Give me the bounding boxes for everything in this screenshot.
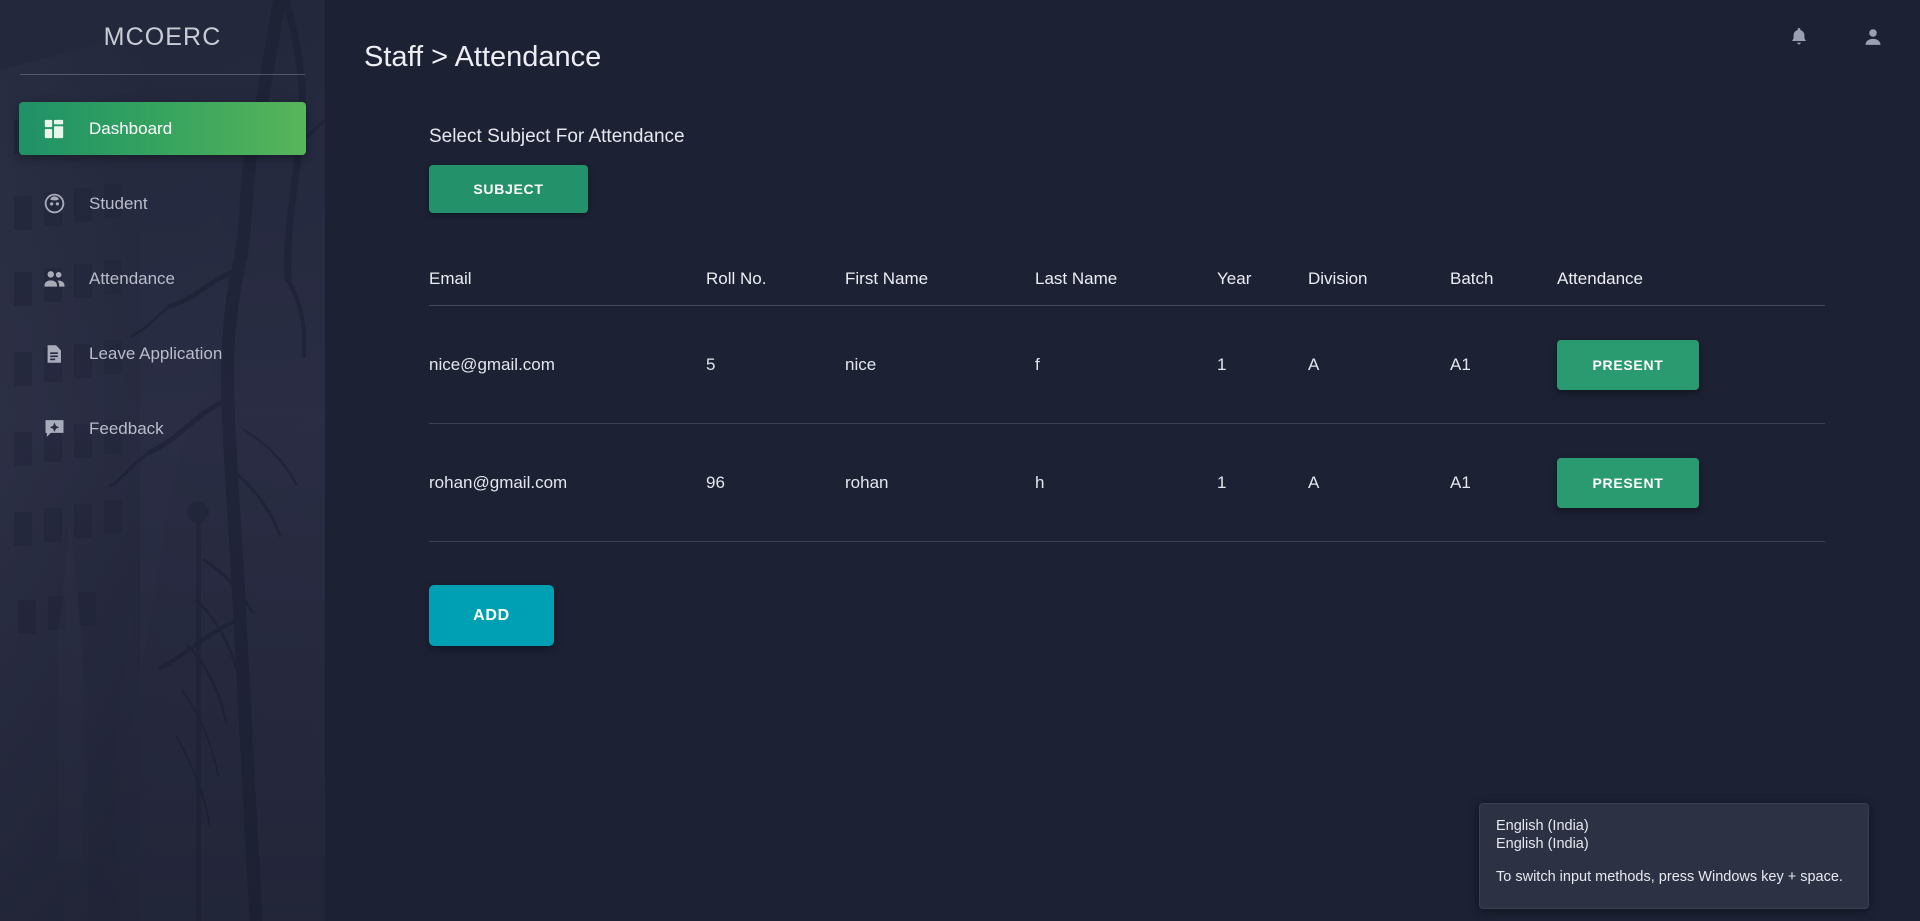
cell-roll-no: 96 (706, 472, 725, 492)
attendance-present-button[interactable]: PRESENT (1557, 339, 1699, 390)
add-button[interactable]: ADD (429, 585, 554, 646)
brand: MCOERC (0, 0, 325, 74)
cell-last-name: f (1035, 354, 1040, 374)
ime-language-primary: English (India) (1496, 818, 1589, 834)
cell-attendance: PRESENT (1557, 457, 1825, 508)
sidebar: MCOERC Dashboard Student Attendance Leav… (0, 0, 325, 921)
page-title: Staff > Attendance (364, 41, 602, 73)
attendance-present-button[interactable]: PRESENT (1557, 457, 1699, 508)
dashboard-grid-icon (37, 118, 71, 140)
cell-attendance: PRESENT (1557, 339, 1825, 390)
cell-year: 1 (1217, 354, 1227, 374)
sidebar-item-label: Attendance (89, 268, 176, 288)
ime-switch-hint: To switch input methods, press Windows k… (1496, 869, 1843, 886)
cell-batch: A1 (1450, 354, 1471, 374)
ime-language-secondary: English (India) (1496, 836, 1589, 853)
sidebar-item-student[interactable]: Student (19, 177, 306, 230)
column-header-last-name: Last Name (1035, 269, 1118, 288)
attendance-table: Email Roll No. First Name Last Name Year… (429, 253, 1825, 542)
cell-email: rohan@gmail.com (429, 472, 568, 492)
cell-batch: A1 (1450, 472, 1471, 492)
sidebar-item-label: Feedback (89, 418, 164, 438)
people-group-icon (37, 266, 71, 291)
attendance-panel: Select Subject For Attendance SUBJECT Em… (429, 126, 1829, 646)
sidebar-item-attendance[interactable]: Attendance (19, 252, 306, 305)
sidebar-item-label: Dashboard (89, 118, 173, 138)
column-header-attendance: Attendance (1557, 269, 1644, 288)
sidebar-item-dashboard[interactable]: Dashboard (19, 102, 306, 155)
feedback-chat-icon (37, 417, 71, 440)
sidebar-item-feedback[interactable]: Feedback (19, 402, 306, 455)
sidebar-divider (20, 74, 305, 75)
cell-division: A (1308, 472, 1320, 492)
section-label: Select Subject For Attendance (429, 126, 685, 147)
cell-year: 1 (1217, 472, 1227, 492)
cell-last-name: h (1035, 472, 1045, 492)
sidebar-item-label: Student (89, 193, 148, 213)
ime-language-popup: English (India) English (India) To switc… (1479, 803, 1869, 909)
sidebar-item-leave-application[interactable]: Leave Application (19, 327, 306, 380)
cell-email: nice@gmail.com (429, 354, 555, 374)
brand-title: MCOERC (103, 22, 222, 51)
column-header-year: Year (1217, 269, 1252, 288)
column-header-division: Division (1308, 269, 1368, 288)
column-header-batch: Batch (1450, 269, 1494, 288)
sidebar-item-label: Leave Application (89, 343, 223, 363)
subject-button[interactable]: SUBJECT (429, 165, 588, 213)
column-header-roll-no: Roll No. (706, 269, 767, 288)
cell-first-name: rohan (845, 472, 889, 492)
cell-division: A (1308, 354, 1320, 374)
table-row: nice@gmail.com 5 nice f 1 A A1 PRESENT (429, 306, 1825, 424)
document-icon (37, 343, 71, 365)
table-header-row: Email Roll No. First Name Last Name Year… (429, 253, 1825, 306)
main-content: Staff > Attendance Select Subject For At… (325, 0, 1920, 921)
cell-roll-no: 5 (706, 354, 716, 374)
app-window: MCOERC Dashboard Student Attendance Leav… (0, 0, 1920, 921)
table-row: rohan@gmail.com 96 rohan h 1 A A1 PRESEN… (429, 424, 1825, 542)
sidebar-nav: Dashboard Student Attendance Leave Appli… (0, 102, 325, 455)
cell-first-name: nice (845, 354, 877, 374)
student-face-icon (37, 192, 71, 215)
column-header-email: Email (429, 269, 472, 288)
column-header-first-name: First Name (845, 269, 929, 288)
